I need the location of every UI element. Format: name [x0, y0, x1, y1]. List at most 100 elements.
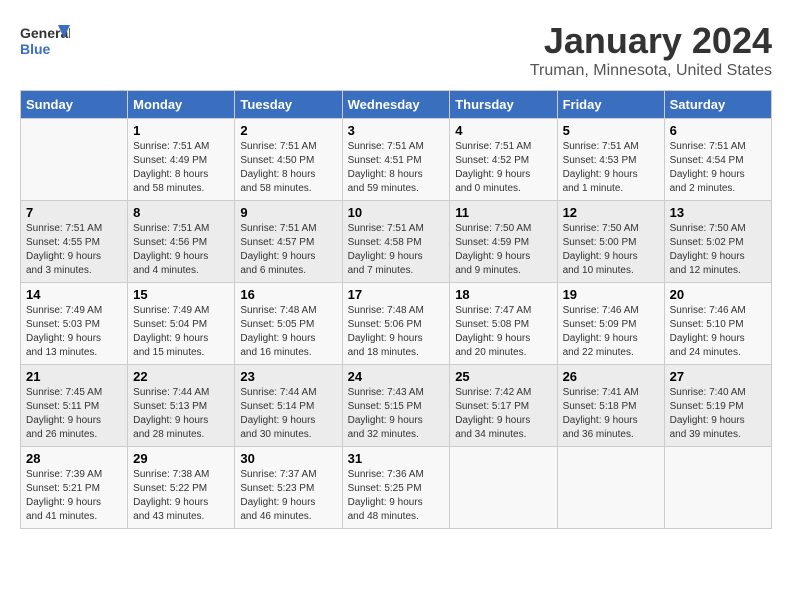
day-number: 24 [348, 369, 445, 384]
calendar-cell: 22Sunrise: 7:44 AM Sunset: 5:13 PM Dayli… [128, 365, 235, 447]
day-number: 16 [240, 287, 336, 302]
day-number: 11 [455, 205, 551, 220]
calendar-cell: 29Sunrise: 7:38 AM Sunset: 5:22 PM Dayli… [128, 447, 235, 529]
calendar-cell: 19 Sunrise: 7:46 AM Sunset: 5:09 PM Dayli… [557, 283, 664, 365]
calendar-cell: 18 Sunrise: 7:47 AM Sunset: 5:08 PM Dayli… [450, 283, 557, 365]
calendar-week-row: 28 Sunrise: 7:39 AM Sunset: 5:21 PM Dayli… [21, 447, 772, 529]
day-number: 14 [26, 287, 122, 302]
calendar-cell [664, 447, 771, 529]
day-number: 31 [348, 451, 445, 466]
calendar-cell: 2 Sunrise: 7:51 AM Sunset: 4:50 PM Daylig… [235, 119, 342, 201]
logo: General Blue [20, 20, 74, 60]
day-number: 5 [563, 123, 659, 138]
day-number: 2 [240, 123, 336, 138]
day-info: Sunrise: 7:42 AM Sunset: 5:17 PM Dayligh… [455, 386, 551, 442]
day-number: 25 [455, 369, 551, 384]
day-number: 1 [133, 123, 229, 138]
day-number: 28 [26, 451, 122, 466]
calendar-cell: 13 Sunrise: 7:50 AM Sunset: 5:02 PM Dayli… [664, 201, 771, 283]
calendar-cell: 26Sunrise: 7:41 AM Sunset: 5:18 PM Dayli… [557, 365, 664, 447]
calendar-cell: 23Sunrise: 7:44 AM Sunset: 5:14 PM Dayli… [235, 365, 342, 447]
day-number: 3 [348, 123, 445, 138]
day-info: Sunrise: 7:40 AM Sunset: 5:19 PM Dayligh… [670, 386, 766, 442]
day-info: Sunrise: 7:51 AM Sunset: 4:49 PM Dayligh… [133, 140, 229, 196]
calendar-cell: 31 Sunrise: 7:36 AM Sunset: 5:25 PM Dayli… [342, 447, 450, 529]
calendar-cell: 4 Sunrise: 7:51 AM Sunset: 4:52 PM Daylig… [450, 119, 557, 201]
day-number: 9 [240, 205, 336, 220]
day-number: 30 [240, 451, 336, 466]
svg-text:Blue: Blue [20, 41, 51, 57]
day-number: 27 [670, 369, 766, 384]
day-number: 13 [670, 205, 766, 220]
day-number: 20 [670, 287, 766, 302]
day-info: Sunrise: 7:46 AM Sunset: 5:10 PM Dayligh… [670, 304, 766, 360]
calendar-cell: 8 Sunrise: 7:51 AM Sunset: 4:56 PM Daylig… [128, 201, 235, 283]
day-info: Sunrise: 7:38 AM Sunset: 5:22 PM Dayligh… [133, 468, 229, 524]
day-info: Sunrise: 7:51 AM Sunset: 4:52 PM Dayligh… [455, 140, 551, 196]
day-number: 6 [670, 123, 766, 138]
calendar-cell [450, 447, 557, 529]
weekday-header-sunday: Sunday [21, 91, 128, 119]
page-header: General Blue January 2024 Truman, Minnes… [20, 20, 772, 80]
calendar-cell: 17Sunrise: 7:48 AM Sunset: 5:06 PM Dayli… [342, 283, 450, 365]
day-info: Sunrise: 7:50 AM Sunset: 5:00 PM Dayligh… [563, 222, 659, 278]
day-info: Sunrise: 7:41 AM Sunset: 5:18 PM Dayligh… [563, 386, 659, 442]
calendar-cell: 3 Sunrise: 7:51 AM Sunset: 4:51 PM Daylig… [342, 119, 450, 201]
day-info: Sunrise: 7:50 AM Sunset: 4:59 PM Dayligh… [455, 222, 551, 278]
day-number: 21 [26, 369, 122, 384]
calendar-week-row: 1 Sunrise: 7:51 AM Sunset: 4:49 PM Daylig… [21, 119, 772, 201]
day-info: Sunrise: 7:50 AM Sunset: 5:02 PM Dayligh… [670, 222, 766, 278]
day-info: Sunrise: 7:51 AM Sunset: 4:55 PM Dayligh… [26, 222, 122, 278]
day-number: 4 [455, 123, 551, 138]
calendar-week-row: 14 Sunrise: 7:49 AM Sunset: 5:03 PM Dayli… [21, 283, 772, 365]
day-info: Sunrise: 7:51 AM Sunset: 4:56 PM Dayligh… [133, 222, 229, 278]
day-number: 7 [26, 205, 122, 220]
calendar-cell: 14 Sunrise: 7:49 AM Sunset: 5:03 PM Dayli… [21, 283, 128, 365]
weekday-header-friday: Friday [557, 91, 664, 119]
day-number: 19 [563, 287, 659, 302]
calendar-cell: 7 Sunrise: 7:51 AM Sunset: 4:55 PM Daylig… [21, 201, 128, 283]
day-info: Sunrise: 7:51 AM Sunset: 4:50 PM Dayligh… [240, 140, 336, 196]
calendar-cell: 15 Sunrise: 7:49 AM Sunset: 5:04 PM Dayli… [128, 283, 235, 365]
calendar-cell: 20 Sunrise: 7:46 AM Sunset: 5:10 PM Dayli… [664, 283, 771, 365]
day-info: Sunrise: 7:43 AM Sunset: 5:15 PM Dayligh… [348, 386, 445, 442]
weekday-header-monday: Monday [128, 91, 235, 119]
calendar-cell: 28 Sunrise: 7:39 AM Sunset: 5:21 PM Dayli… [21, 447, 128, 529]
day-info: Sunrise: 7:47 AM Sunset: 5:08 PM Dayligh… [455, 304, 551, 360]
calendar-cell: 9Sunrise: 7:51 AM Sunset: 4:57 PM Daylig… [235, 201, 342, 283]
weekday-header-thursday: Thursday [450, 91, 557, 119]
day-info: Sunrise: 7:49 AM Sunset: 5:04 PM Dayligh… [133, 304, 229, 360]
calendar-cell: 5Sunrise: 7:51 AM Sunset: 4:53 PM Daylig… [557, 119, 664, 201]
day-number: 17 [348, 287, 445, 302]
day-info: Sunrise: 7:36 AM Sunset: 5:25 PM Dayligh… [348, 468, 445, 524]
calendar-cell: 30Sunrise: 7:37 AM Sunset: 5:23 PM Dayli… [235, 447, 342, 529]
calendar-cell [557, 447, 664, 529]
day-number: 12 [563, 205, 659, 220]
day-number: 22 [133, 369, 229, 384]
day-info: Sunrise: 7:51 AM Sunset: 4:51 PM Dayligh… [348, 140, 445, 196]
day-info: Sunrise: 7:45 AM Sunset: 5:11 PM Dayligh… [26, 386, 122, 442]
day-info: Sunrise: 7:44 AM Sunset: 5:14 PM Dayligh… [240, 386, 336, 442]
day-number: 8 [133, 205, 229, 220]
logo-icon: General Blue [20, 20, 70, 60]
calendar-cell: 24 Sunrise: 7:43 AM Sunset: 5:15 PM Dayli… [342, 365, 450, 447]
day-info: Sunrise: 7:51 AM Sunset: 4:58 PM Dayligh… [348, 222, 445, 278]
day-number: 18 [455, 287, 551, 302]
month-title: January 2024 [530, 20, 772, 62]
day-info: Sunrise: 7:49 AM Sunset: 5:03 PM Dayligh… [26, 304, 122, 360]
day-info: Sunrise: 7:39 AM Sunset: 5:21 PM Dayligh… [26, 468, 122, 524]
weekday-header-tuesday: Tuesday [235, 91, 342, 119]
calendar-week-row: 21 Sunrise: 7:45 AM Sunset: 5:11 PM Dayli… [21, 365, 772, 447]
day-info: Sunrise: 7:46 AM Sunset: 5:09 PM Dayligh… [563, 304, 659, 360]
day-info: Sunrise: 7:51 AM Sunset: 4:54 PM Dayligh… [670, 140, 766, 196]
day-info: Sunrise: 7:48 AM Sunset: 5:05 PM Dayligh… [240, 304, 336, 360]
title-block: January 2024 Truman, Minnesota, United S… [530, 20, 772, 80]
calendar-cell: 27 Sunrise: 7:40 AM Sunset: 5:19 PM Dayli… [664, 365, 771, 447]
calendar-cell: 6 Sunrise: 7:51 AM Sunset: 4:54 PM Daylig… [664, 119, 771, 201]
calendar-cell [21, 119, 128, 201]
calendar-cell: 1 Sunrise: 7:51 AM Sunset: 4:49 PM Daylig… [128, 119, 235, 201]
weekday-header-saturday: Saturday [664, 91, 771, 119]
day-number: 15 [133, 287, 229, 302]
calendar-week-row: 7 Sunrise: 7:51 AM Sunset: 4:55 PM Daylig… [21, 201, 772, 283]
calendar-cell: 10Sunrise: 7:51 AM Sunset: 4:58 PM Dayli… [342, 201, 450, 283]
